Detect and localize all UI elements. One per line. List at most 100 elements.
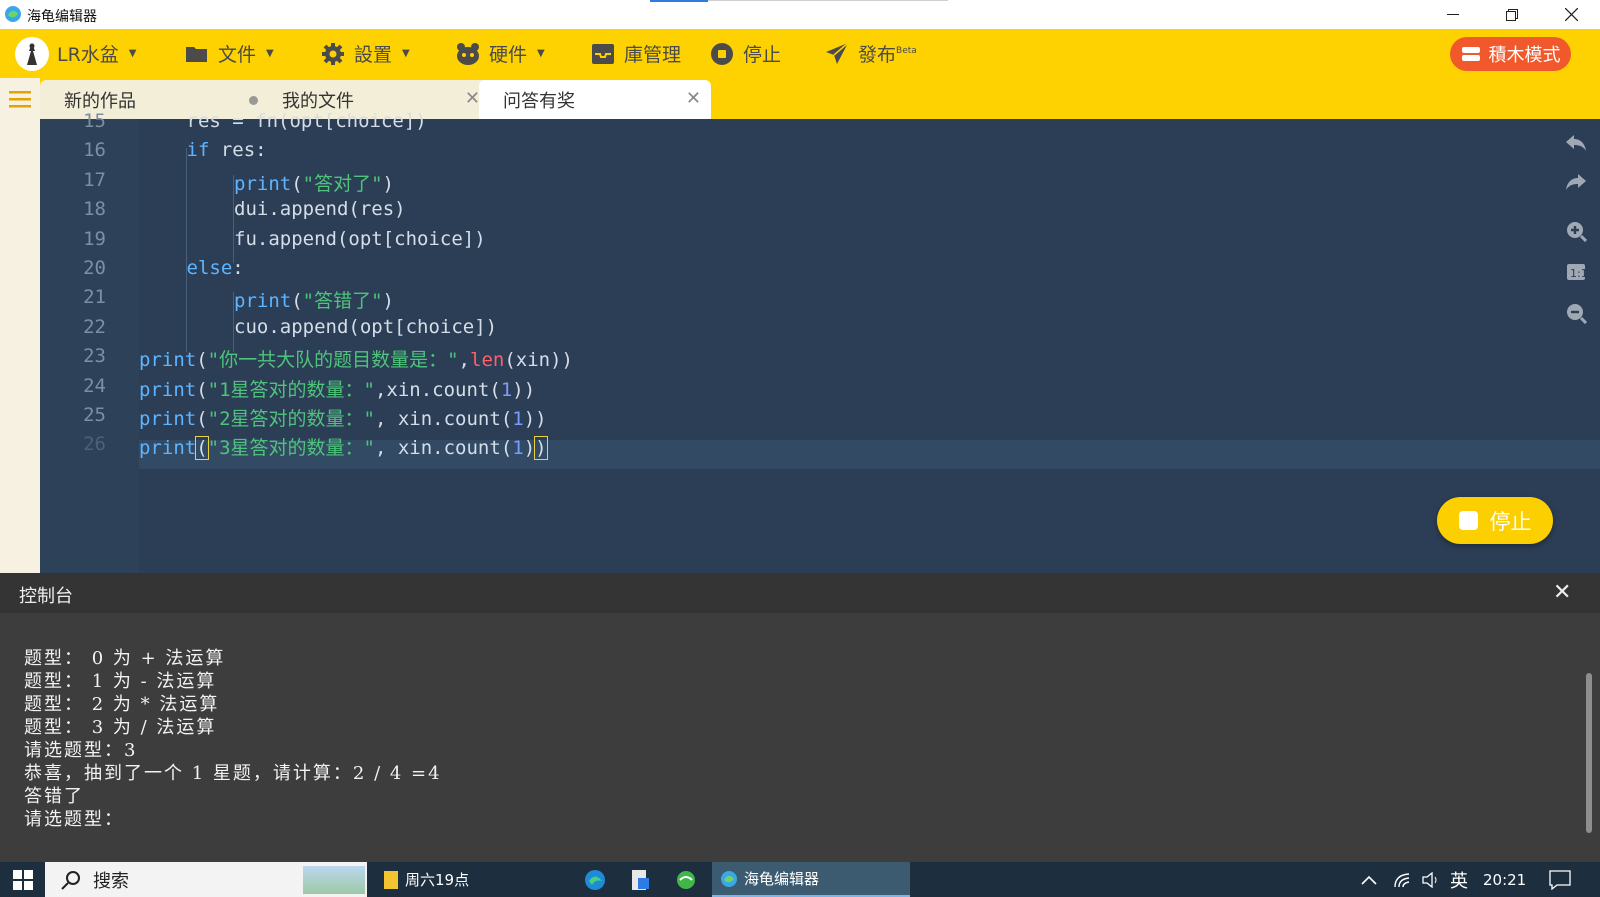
- code-token: "你一共大队的题目数量是：": [207, 349, 459, 372]
- close-console-icon[interactable]: ✕: [1553, 580, 1571, 605]
- block-mode-button[interactable]: 積木模式: [1450, 37, 1571, 71]
- code-line: dui.append(res): [234, 198, 406, 220]
- chevron-down-icon: ▼: [266, 48, 274, 59]
- console-scrollbar[interactable]: [1586, 673, 1592, 833]
- code-line: print("你一共大队的题目数量是：",len(xin)): [139, 345, 573, 372]
- run-stop-button[interactable]: 停止: [1437, 497, 1553, 544]
- chevron-up-icon[interactable]: [1361, 862, 1377, 897]
- code-token: if: [186, 139, 210, 162]
- line-number: 20: [83, 257, 106, 279]
- user-name: LR水盆: [57, 44, 119, 66]
- title-bar: 海龟编辑器: [0, 0, 1600, 29]
- tab-label: 新的作品: [64, 90, 136, 112]
- hardware-menu[interactable]: 硬件 ▼: [455, 29, 545, 78]
- browser-icon[interactable]: [676, 862, 696, 897]
- publish-button[interactable]: 發布 Beta: [824, 29, 917, 78]
- edge-icon[interactable]: [584, 862, 606, 897]
- code-token: print: [139, 378, 197, 401]
- code-token: , xin.count(: [374, 437, 513, 460]
- notification-icon[interactable]: [1549, 862, 1571, 897]
- code-line: print("2星答对的数量：", xin.count(1)): [139, 404, 547, 431]
- close-window-button[interactable]: [1543, 0, 1599, 29]
- code-token: print: [139, 408, 197, 430]
- code-token: len: [470, 349, 505, 372]
- line-number: 23: [83, 345, 106, 368]
- code-token: "3星答对的数量：": [207, 437, 375, 460]
- code-token: 1: [512, 408, 524, 430]
- zoom-out-icon[interactable]: [1559, 300, 1593, 326]
- redo-icon[interactable]: [1559, 169, 1593, 195]
- code-token: print: [139, 349, 197, 372]
- menu-icon[interactable]: [0, 78, 40, 119]
- code-token: ): [534, 436, 548, 461]
- toolbar-stop-button[interactable]: 停止: [709, 29, 781, 78]
- code-line: print("1星答对的数量：",xin.count(1)): [139, 375, 535, 402]
- code-token: ,xin.count(: [374, 378, 501, 401]
- ime-indicator[interactable]: 英: [1450, 862, 1468, 897]
- app-icon: [720, 870, 738, 888]
- tab-label: 问答有奖: [503, 90, 575, 112]
- fit-screen-icon[interactable]: 1:1: [1559, 259, 1593, 285]
- line-number: 15: [83, 110, 106, 132]
- code-token: :: [232, 257, 244, 279]
- file-menu[interactable]: 文件 ▼: [184, 29, 274, 78]
- code-token: ): [382, 290, 394, 313]
- code-token: else: [186, 257, 233, 279]
- code-token: (: [195, 436, 209, 461]
- chevron-down-icon: ▼: [537, 48, 545, 59]
- library-button[interactable]: 庫管理: [590, 29, 681, 78]
- taskbar-app-turtle-editor[interactable]: 海龟编辑器: [712, 862, 910, 897]
- search-highlight-image: [303, 866, 365, 894]
- code-token: , xin.count(: [374, 408, 513, 430]
- unsaved-dot-icon: [249, 96, 258, 105]
- chevron-down-icon: ▼: [128, 48, 137, 59]
- code-token: (: [196, 349, 208, 372]
- search-icon: [61, 870, 81, 890]
- console-input-line[interactable]: 请选题型：: [24, 805, 124, 831]
- inbox-icon: [590, 41, 616, 67]
- chevron-down-icon: ▼: [402, 48, 410, 59]
- code-token: print: [139, 437, 197, 460]
- library-label: 庫管理: [624, 44, 682, 66]
- wifi-icon[interactable]: [1393, 862, 1413, 897]
- close-tab-icon[interactable]: ✕: [686, 88, 701, 109]
- tab-quiz[interactable]: 问答有奖 ✕: [479, 80, 711, 119]
- line-number: 26: [83, 433, 106, 456]
- line-number: 25: [83, 404, 106, 426]
- folder-icon: [383, 870, 399, 890]
- undo-icon[interactable]: [1559, 130, 1593, 156]
- user-menu[interactable]: LR水盆 ▼: [15, 29, 137, 78]
- code-token: (: [291, 290, 303, 313]
- code-token: res = fn(opt[choice]): [186, 110, 427, 132]
- file-explorer-icon[interactable]: [630, 862, 650, 897]
- windows-icon: [12, 869, 33, 890]
- paper-plane-icon: [824, 41, 850, 67]
- volume-icon[interactable]: [1422, 862, 1442, 897]
- code-token: ): [382, 172, 394, 195]
- console-title: 控制台: [19, 586, 73, 607]
- line-number: 24: [83, 374, 106, 397]
- minimize-button[interactable]: [1425, 0, 1481, 29]
- svg-text:1:1: 1:1: [1570, 267, 1586, 280]
- stop-square-icon: [1458, 511, 1478, 530]
- toolbar-stop-label: 停止: [743, 44, 782, 66]
- line-number: 21: [83, 286, 106, 309]
- taskbar-folder[interactable]: 周六19点: [383, 862, 469, 897]
- zoom-in-icon[interactable]: [1559, 218, 1593, 244]
- settings-menu[interactable]: 設置 ▼: [320, 29, 410, 78]
- code-token: print: [234, 172, 292, 195]
- code-line: if res:: [187, 139, 267, 161]
- code-token: (: [196, 378, 208, 401]
- code-token: )): [523, 408, 547, 430]
- code-token: cuo.append(opt[choice]): [234, 315, 498, 338]
- clock[interactable]: 20:21: [1483, 862, 1526, 897]
- code-token: "答对了": [302, 172, 383, 195]
- start-button[interactable]: [0, 862, 45, 897]
- restore-button[interactable]: [1484, 0, 1540, 29]
- line-number: 17: [83, 168, 106, 191]
- close-tab-icon[interactable]: ✕: [465, 88, 480, 109]
- code-token: print: [234, 290, 292, 313]
- beta-badge: Beta: [896, 45, 917, 56]
- code-token: (xin)): [504, 349, 573, 372]
- taskbar-search[interactable]: 搜索: [45, 862, 367, 897]
